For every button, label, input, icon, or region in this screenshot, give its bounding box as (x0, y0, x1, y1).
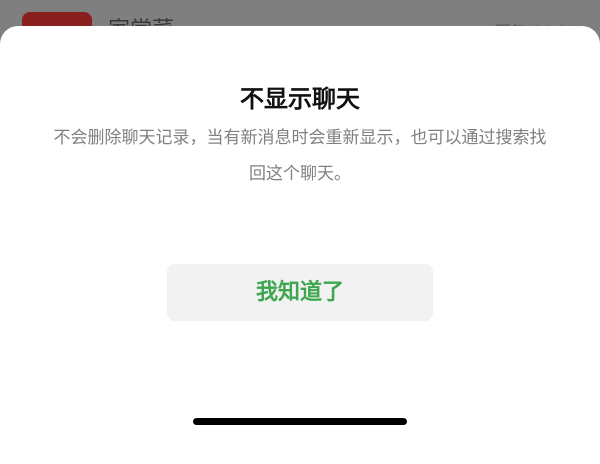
screen: 家常菜 下午 10:30 不显示聊天 不会删除聊天记录，当有新消息时会重新显示，… (0, 0, 600, 464)
sheet-description: 不会删除聊天记录，当有新消息时会重新显示，也可以通过搜索找回这个聊天。 (53, 128, 547, 184)
hide-chat-sheet: 不显示聊天 不会删除聊天记录，当有新消息时会重新显示，也可以通过搜索找回这个聊天… (0, 26, 600, 464)
sheet-title: 不显示聊天 (240, 85, 360, 113)
home-indicator[interactable] (193, 418, 407, 425)
got-it-button[interactable]: 我知道了 (167, 264, 433, 321)
